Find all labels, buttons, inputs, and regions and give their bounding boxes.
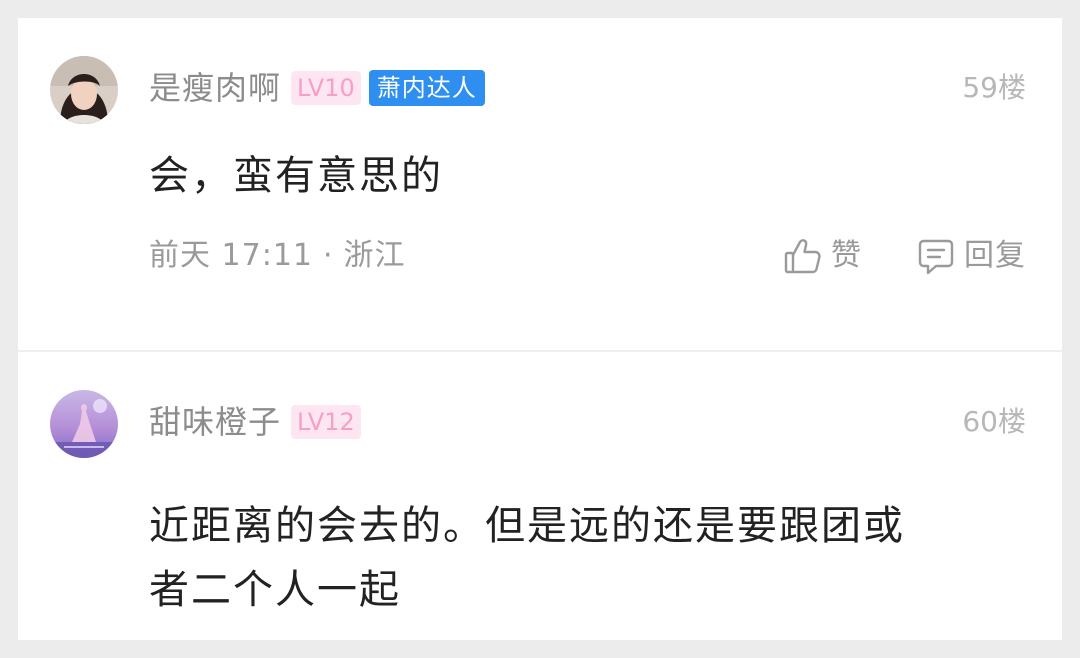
avatar[interactable] [50,56,118,124]
level-badge: LV10 [291,71,361,105]
reply-button[interactable]: 回复 [916,234,1026,278]
username[interactable]: 甜味橙子 [149,402,281,442]
comment-actions: 赞 回复 [783,234,1026,278]
thumbs-up-icon [783,236,823,276]
comment-header: 是瘦肉啊 LV10 萧内达人 59楼 [149,68,1026,108]
comment-text: 近距离的会去的。但是远的还是要跟团或 者二个人一起 [149,494,1002,622]
comment-meta: 前天 17:11 · 浙江 [149,236,406,276]
username[interactable]: 是瘦肉啊 [149,68,281,108]
comment-header: 甜味橙子 LV12 60楼 [149,402,1026,442]
title-badge: 萧内达人 [368,70,485,106]
reply-label: 回复 [964,238,1026,273]
avatar[interactable] [50,390,118,458]
comment-text: 会，蛮有意思的 [149,153,443,199]
like-label: 赞 [831,238,862,273]
comment-text-line: 近距离的会去的。但是远的还是要跟团或 [149,503,905,549]
like-button[interactable]: 赞 [783,234,862,278]
timestamp: 前天 17:11 [149,238,313,273]
location: 浙江 [343,238,406,273]
floor-number: 60楼 [962,405,1026,438]
comment-text-line: 者二个人一起 [149,567,401,613]
floor-number: 59楼 [962,71,1026,104]
meta-separator: · [323,238,334,273]
chat-bubble-icon [916,236,956,276]
comment-item: 是瘦肉啊 LV10 萧内达人 59楼 会，蛮有意思的 前天 17:11 · 浙江 赞 [18,18,1062,350]
comment-list: 是瘦肉啊 LV10 萧内达人 59楼 会，蛮有意思的 前天 17:11 · 浙江 赞 [18,18,1062,640]
level-badge: LV12 [291,405,361,439]
comment-item: 甜味橙子 LV12 60楼 近距离的会去的。但是远的还是要跟团或 者二个人一起 [18,352,1062,640]
